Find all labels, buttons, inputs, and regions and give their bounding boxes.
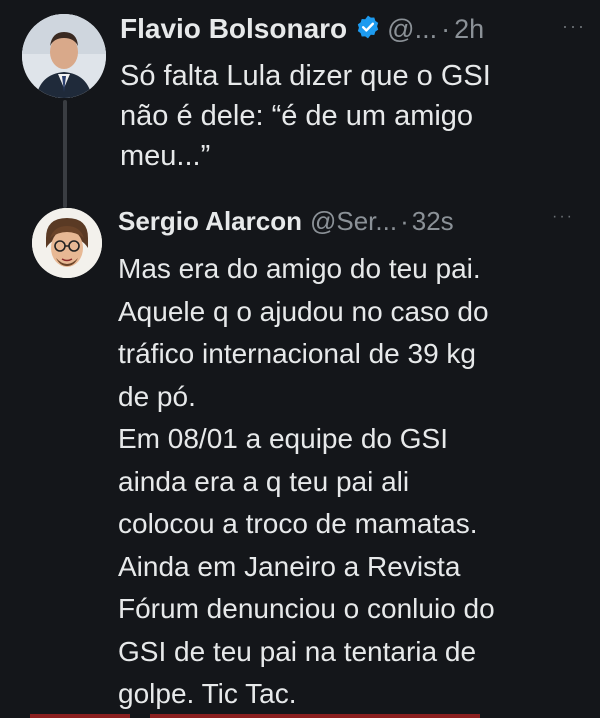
text-line: Ainda em Janeiro a Revista: [118, 550, 461, 582]
avatar-portrait-icon: [22, 14, 106, 98]
text-line: colocou a troco de mamatas.: [118, 508, 478, 539]
more-options-icon[interactable]: ···: [562, 16, 586, 37]
handle[interactable]: @...: [387, 14, 437, 45]
separator-dot: ·: [441, 13, 451, 44]
more-options-icon[interactable]: ···: [552, 208, 574, 226]
text-line: de pó.: [118, 380, 196, 412]
avatar-cartoon-icon: [32, 208, 102, 278]
avatar[interactable]: [22, 14, 106, 98]
text-line: meu...”: [120, 140, 211, 172]
text-line: Aquele q o ajudou no caso do: [118, 295, 489, 327]
text-line: golpe. Tic Tac.: [118, 678, 297, 709]
tweet-text: Só falta Lula dizer que o GSI não é dele…: [120, 56, 491, 176]
tweet-text: Mas era do amigo do teu pai. Aquele q o …: [118, 248, 495, 716]
avatar[interactable]: [32, 208, 102, 278]
bottom-edge-strip: [0, 714, 600, 718]
thread-connector-line: [63, 100, 67, 208]
text-line: tráfico internacional de 39 kg: [118, 338, 476, 369]
display-name[interactable]: Flavio Bolsonaro: [120, 13, 347, 45]
handle[interactable]: @Ser...: [310, 206, 397, 237]
text-line: Só falta Lula dizer que o GSI: [120, 60, 491, 92]
text-line: ainda era a q teu pai ali: [118, 465, 410, 497]
display-name[interactable]: Sergio Alarcon: [118, 206, 302, 237]
timestamp[interactable]: 2h: [454, 14, 484, 45]
text-line: Mas era do amigo do teu pai.: [118, 253, 481, 284]
text-line: não é dele: “é de um amigo: [120, 100, 474, 132]
separator-dot: ·: [400, 205, 409, 236]
timestamp[interactable]: 32s: [412, 206, 454, 237]
verified-badge-icon: [355, 14, 381, 45]
text-line: Fórum denunciou o conluio do: [118, 593, 495, 624]
text-line: Em 08/01 a equipe do GSI: [118, 423, 448, 454]
text-line: GSI de teu pai na tentaria de: [118, 635, 477, 667]
